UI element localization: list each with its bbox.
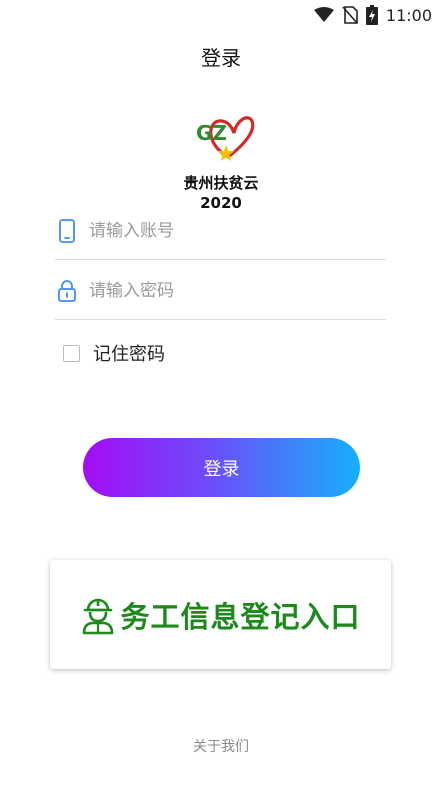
worker-registration-entry[interactable]: 务工信息登记入口 <box>50 560 391 669</box>
account-field[interactable] <box>55 213 386 260</box>
brand-year: 2020 <box>200 194 242 212</box>
page-title: 登录 <box>201 46 241 70</box>
status-bar: 11:00 <box>0 0 442 30</box>
battery-charging-icon <box>365 5 378 25</box>
worker-helmet-icon <box>83 598 114 634</box>
account-input[interactable] <box>89 217 379 245</box>
brand-name: 贵州扶贫云 <box>183 174 259 192</box>
no-sim-icon <box>342 6 358 24</box>
remember-checkbox[interactable] <box>63 344 80 362</box>
phone-icon <box>59 219 75 243</box>
logo-text: GZ <box>196 121 227 145</box>
remember-label: 记住密码 <box>93 344 165 365</box>
wifi-icon <box>313 7 334 22</box>
status-time: 11:00 <box>385 5 432 25</box>
lock-icon <box>58 280 76 302</box>
password-field[interactable] <box>55 273 386 320</box>
status-icons: 11:00 <box>313 5 432 25</box>
login-button[interactable]: 登录 <box>83 438 360 497</box>
gz-logo: GZ <box>196 116 255 161</box>
remember-password[interactable]: 记住密码 <box>63 340 165 366</box>
password-input[interactable] <box>89 277 379 305</box>
about-us-link[interactable]: 关于我们 <box>0 736 442 756</box>
worker-registration-label: 务工信息登记入口 <box>120 599 361 634</box>
